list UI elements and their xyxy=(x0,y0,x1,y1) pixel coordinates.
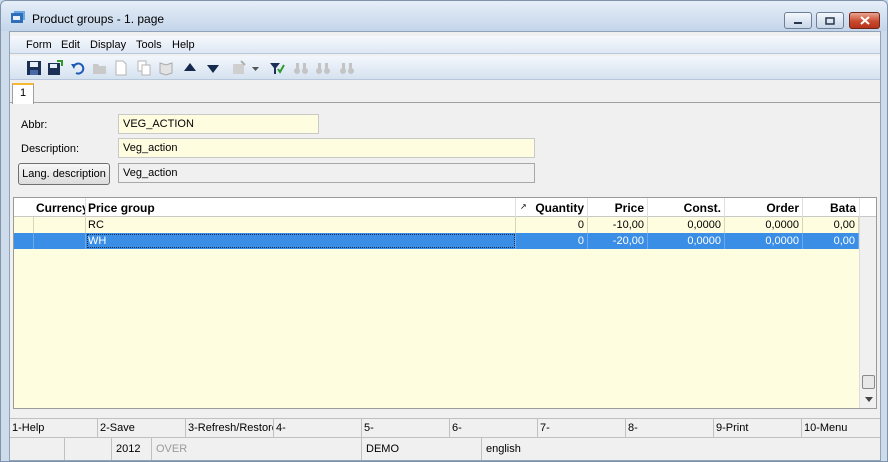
status-overwrite-mode: OVER xyxy=(152,438,362,460)
menu-help[interactable]: Help xyxy=(172,39,195,51)
status-bar: 2012 OVER DEMO english xyxy=(10,437,880,460)
cell-bata[interactable]: 0,00 xyxy=(803,217,859,233)
find-previous-icon[interactable] xyxy=(339,60,355,76)
fkey-7[interactable]: 7- xyxy=(538,419,626,438)
row-indicator xyxy=(14,233,34,249)
sort-indicator-icon: ↗ xyxy=(520,202,527,211)
price-group-grid: Currency Price group ↗ Quantity Price Co… xyxy=(13,197,877,409)
status-cell-blank xyxy=(65,438,112,460)
maximize-icon xyxy=(825,16,835,25)
column-header-quantity[interactable]: ↗ Quantity xyxy=(516,198,588,217)
vertical-scrollbar[interactable] xyxy=(859,217,876,408)
client-area: Form Edit Display Tools Help 1 Abbr: VEG… xyxy=(9,31,881,461)
binoculars-icon[interactable] xyxy=(293,60,309,76)
fkey-4[interactable]: 4- xyxy=(274,419,362,438)
new-document-icon[interactable] xyxy=(113,60,129,76)
find-next-icon[interactable] xyxy=(315,60,331,76)
application-window: Product groups - 1. page Form Edit Displ… xyxy=(0,0,888,462)
title-bar[interactable]: Product groups - 1. page xyxy=(1,1,887,31)
minimize-icon xyxy=(794,21,802,24)
cell-quantity[interactable]: 0 xyxy=(516,233,588,249)
save-close-icon[interactable] xyxy=(47,60,63,76)
cell-price[interactable]: -10,00 xyxy=(588,217,648,233)
arrow-down-icon[interactable] xyxy=(205,60,221,76)
cell-order[interactable]: 0,0000 xyxy=(725,217,803,233)
menu-tools[interactable]: Tools xyxy=(136,39,162,51)
fkey-6[interactable]: 6- xyxy=(450,419,538,438)
minimize-button[interactable] xyxy=(784,12,812,29)
column-header-bata[interactable]: Bata xyxy=(803,198,860,217)
fkey-menu[interactable]: 10-Menu xyxy=(802,419,880,438)
undo-icon[interactable] xyxy=(70,60,86,76)
grid-header: Currency Price group ↗ Quantity Price Co… xyxy=(14,198,876,217)
description-field[interactable]: Veg_action xyxy=(118,138,535,158)
cell-quantity[interactable]: 0 xyxy=(516,217,588,233)
open-folder-icon[interactable] xyxy=(92,60,108,76)
cell-currency[interactable] xyxy=(34,217,86,233)
lang-description-field: Veg_action xyxy=(118,163,535,183)
tab-strip: 1 xyxy=(10,81,880,104)
close-button[interactable] xyxy=(849,12,880,29)
status-year: 2012 xyxy=(112,438,152,460)
column-header-const[interactable]: Const. xyxy=(648,198,725,217)
save-icon[interactable] xyxy=(26,60,42,76)
book-icon[interactable] xyxy=(158,60,174,76)
lang-description-button[interactable]: Lang. description xyxy=(18,163,110,185)
scroll-down-button[interactable] xyxy=(860,391,877,408)
menu-form[interactable]: Form xyxy=(26,39,52,51)
abbr-field[interactable]: VEG_ACTION xyxy=(118,114,319,134)
cell-price-group[interactable]: RC xyxy=(86,217,516,233)
cell-const[interactable]: 0,0000 xyxy=(648,233,725,249)
cell-price[interactable]: -20,00 xyxy=(588,233,648,249)
arrow-up-icon[interactable] xyxy=(182,60,198,76)
tab-page-1[interactable]: 1 xyxy=(12,83,34,104)
new-record-icon[interactable] xyxy=(231,60,247,76)
column-header-currency[interactable]: Currency xyxy=(34,198,86,217)
scrollbar-thumb[interactable] xyxy=(862,375,875,389)
column-header-price-group[interactable]: Price group xyxy=(86,198,516,217)
abbr-label: Abbr: xyxy=(21,119,48,131)
column-header-order[interactable]: Order xyxy=(725,198,803,217)
row-indicator xyxy=(14,217,34,233)
column-header-price[interactable]: Price xyxy=(588,198,648,217)
status-database: DEMO xyxy=(362,438,482,460)
description-label: Description: xyxy=(21,143,80,155)
menu-display[interactable]: Display xyxy=(90,39,126,51)
dropdown-arrow-icon[interactable] xyxy=(251,60,260,76)
fkey-help[interactable]: 1-Help xyxy=(10,419,98,438)
menu-edit[interactable]: Edit xyxy=(61,39,80,51)
cell-order[interactable]: 0,0000 xyxy=(725,233,803,249)
toolbar xyxy=(10,56,880,80)
menu-bar: Form Edit Display Tools Help xyxy=(10,36,880,54)
fkey-8[interactable]: 8- xyxy=(626,419,714,438)
window-title: Product groups - 1. page xyxy=(32,12,165,26)
app-icon xyxy=(11,11,25,23)
table-row-selected[interactable]: WH 0 -20,00 0,0000 0,0000 0,00 xyxy=(14,233,859,249)
filter-check-icon[interactable] xyxy=(269,60,285,76)
status-language: english xyxy=(486,443,521,455)
cell-bata[interactable]: 0,00 xyxy=(803,233,859,249)
cell-const[interactable]: 0,0000 xyxy=(648,217,725,233)
cell-currency[interactable] xyxy=(34,233,86,249)
quantity-header-label: Quantity xyxy=(535,201,584,215)
cell-price-group[interactable]: WH xyxy=(86,233,516,249)
function-key-bar: 1-Help 2-Save 3-Refresh/Restore 4- 5- 6-… xyxy=(10,418,880,438)
close-icon xyxy=(859,16,870,25)
fkey-print[interactable]: 9-Print xyxy=(714,419,802,438)
status-cell-blank xyxy=(10,438,65,460)
maximize-button[interactable] xyxy=(816,12,844,29)
fkey-refresh-restore[interactable]: 3-Refresh/Restore xyxy=(186,419,274,438)
fkey-5[interactable]: 5- xyxy=(362,419,450,438)
table-row[interactable]: RC 0 -10,00 0,0000 0,0000 0,00 xyxy=(14,217,859,233)
copy-icon[interactable] xyxy=(136,60,152,76)
scroll-down-icon xyxy=(864,397,873,402)
fkey-save[interactable]: 2-Save xyxy=(98,419,186,438)
